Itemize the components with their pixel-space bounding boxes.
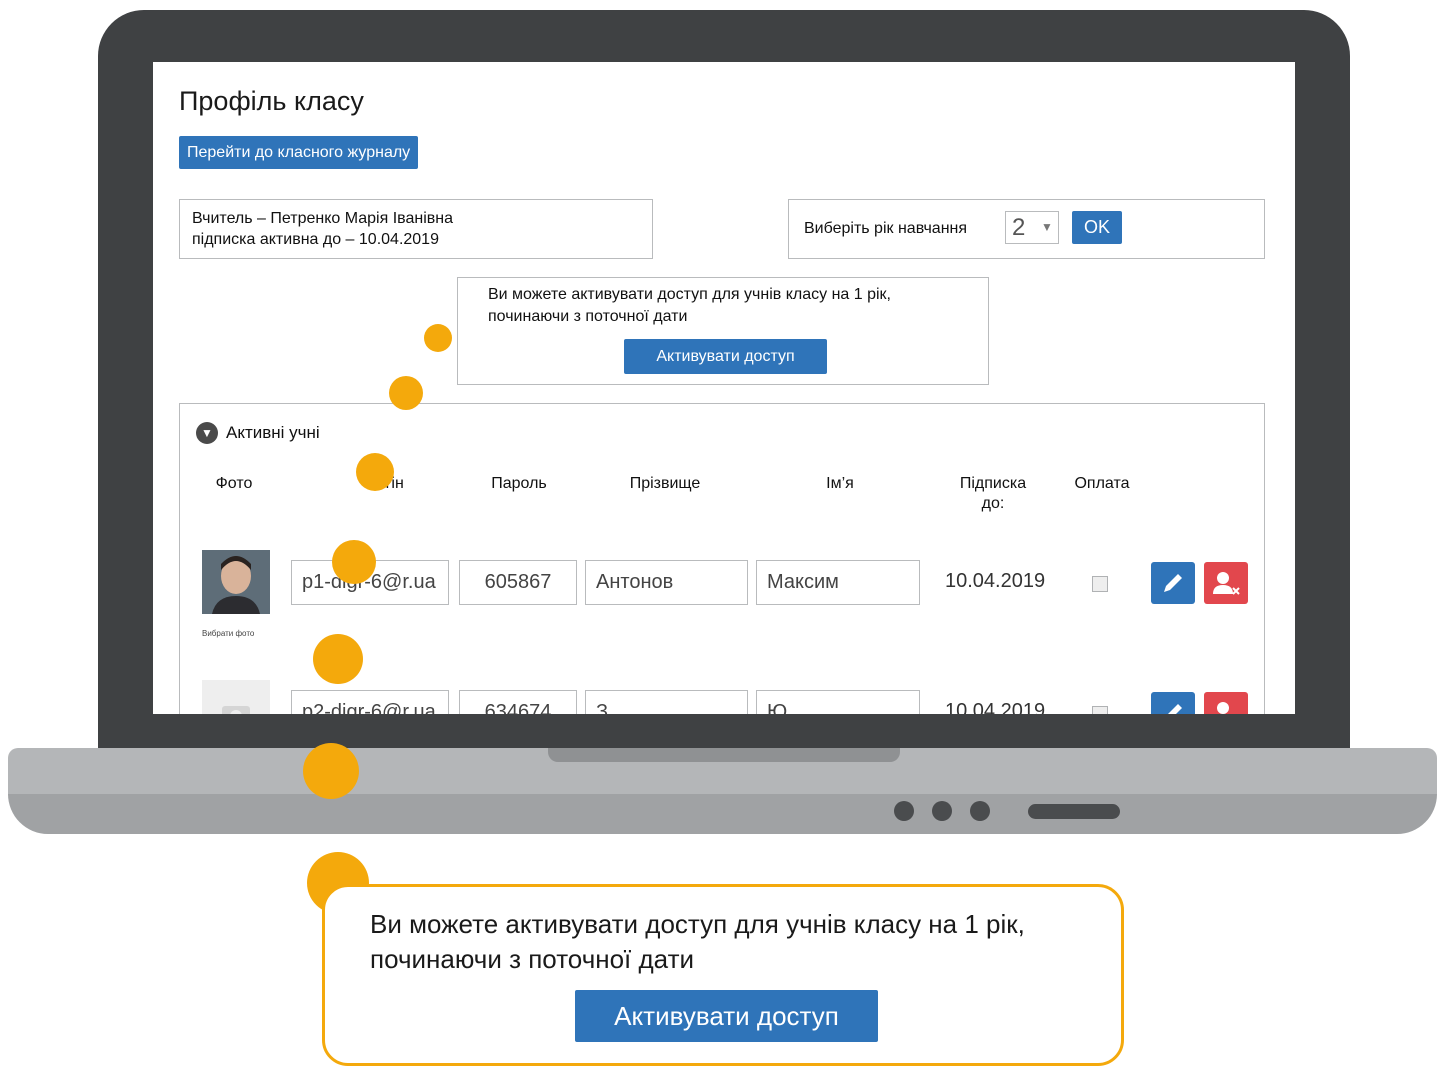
remove-student-button[interactable] xyxy=(1204,692,1248,714)
laptop-base-bottom xyxy=(8,794,1437,834)
year-selector-box: Виберіть рік навчання 2 ▼ OK xyxy=(788,199,1265,259)
laptop-hinge-notch xyxy=(548,748,900,762)
year-select-value: 2 xyxy=(1012,214,1026,241)
login-field[interactable]: p2-digr-6@r.ua xyxy=(291,690,449,714)
edit-student-button[interactable] xyxy=(1151,562,1195,604)
name-field[interactable]: Ю xyxy=(756,690,920,714)
remove-user-icon xyxy=(1217,702,1229,714)
pointer-dot xyxy=(303,743,359,799)
pointer-dot xyxy=(356,453,394,491)
remove-student-button[interactable] xyxy=(1204,562,1248,604)
pointer-dot xyxy=(313,634,363,684)
indicator-light xyxy=(932,801,952,821)
surname-field[interactable]: З xyxy=(585,690,748,714)
indicator-light xyxy=(894,801,914,821)
pencil-icon xyxy=(1164,574,1182,592)
active-students-header[interactable]: ▼ Активні учні xyxy=(196,422,320,444)
column-header-subscription: Підписка до: xyxy=(959,475,1027,512)
year-select[interactable]: 2 ▼ xyxy=(1005,211,1059,244)
go-to-class-journal-button[interactable]: Перейти до класного журналу xyxy=(179,136,419,169)
table-row: p2-digr-6@r.ua 634674 З Ю 10.04.2019 xyxy=(180,680,1266,714)
payment-checkbox[interactable] xyxy=(1092,706,1108,714)
name-field[interactable]: Максим xyxy=(756,560,920,605)
column-header-surname: Прізвище xyxy=(629,475,701,492)
student-photo[interactable] xyxy=(202,550,270,614)
callout-text-line: Ви можете активувати доступ для учнів кл… xyxy=(370,909,1025,939)
laptop-screen: Профіль класу Перейти до класного журнал… xyxy=(153,62,1295,714)
subscription-date: 10.04.2019 xyxy=(945,570,1046,592)
remove-user-icon xyxy=(1213,572,1240,595)
pointer-dot xyxy=(424,324,452,352)
laptop-port-slot xyxy=(1028,804,1120,819)
student-avatar-image xyxy=(202,550,270,614)
column-header-password: Пароль xyxy=(491,475,547,492)
pointer-dot xyxy=(332,540,376,584)
teacher-name: Вчитель – Петренко Марія Іванівна xyxy=(192,210,453,227)
callout-text: Ви можете активувати доступ для учнів кл… xyxy=(370,907,1025,977)
active-students-title: Активні учні xyxy=(226,423,320,442)
activation-text-line: Ви можете активувати доступ для учнів кл… xyxy=(488,286,891,303)
edit-student-button[interactable] xyxy=(1151,692,1195,714)
activation-callout: Ви можете активувати доступ для учнів кл… xyxy=(322,884,1124,1066)
chevron-down-icon[interactable]: ▼ xyxy=(196,422,218,444)
column-header-photo: Фото xyxy=(215,475,253,492)
password-field[interactable]: 634674 xyxy=(459,690,577,714)
callout-text-line: починаючи з поточної дати xyxy=(370,944,694,974)
surname-field[interactable]: Антонов xyxy=(585,560,748,605)
teacher-info-box: Вчитель – Петренко Марія Іванівна підпис… xyxy=(179,199,653,259)
choose-photo-link[interactable]: Вибрати фото xyxy=(202,629,254,638)
payment-checkbox[interactable] xyxy=(1092,576,1108,592)
pointer-dot xyxy=(389,376,423,410)
subscription-status: підписка активна до – 10.04.2019 xyxy=(192,231,439,248)
subscription-date: 10.04.2019 xyxy=(945,700,1046,714)
year-select-label: Виберіть рік навчання xyxy=(804,220,968,237)
student-photo-placeholder[interactable] xyxy=(202,680,270,714)
ok-button[interactable]: OK xyxy=(1072,211,1122,244)
dropdown-arrow-icon: ▼ xyxy=(1041,220,1053,234)
pencil-icon xyxy=(1168,704,1182,714)
camera-icon xyxy=(222,706,250,714)
indicator-light xyxy=(970,801,990,821)
activation-box: Ви можете активувати доступ для учнів кл… xyxy=(457,277,989,385)
password-field[interactable]: 605867 xyxy=(459,560,577,605)
callout-activate-access-button[interactable]: Активувати доступ xyxy=(575,990,878,1042)
column-header-name: Ім’я xyxy=(826,475,854,492)
page-title: Профіль класу xyxy=(179,86,364,116)
column-header-payment: Оплата xyxy=(1074,475,1130,492)
activate-access-button[interactable]: Активувати доступ xyxy=(624,339,827,374)
activation-text-line: починаючи з поточної дати xyxy=(488,308,688,325)
activation-text: Ви можете активувати доступ для учнів кл… xyxy=(488,284,891,328)
